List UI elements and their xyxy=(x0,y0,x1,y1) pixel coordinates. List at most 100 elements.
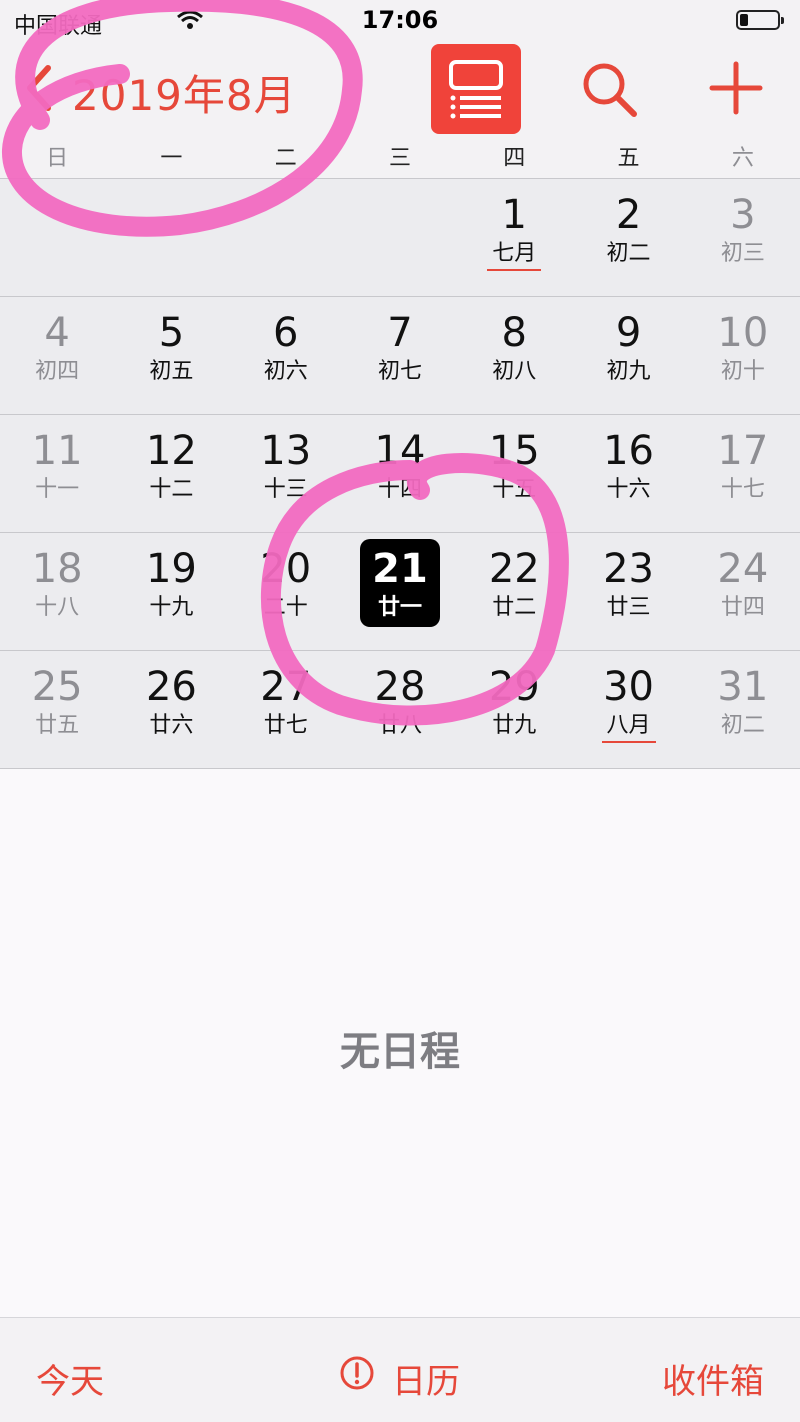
day-cell[interactable]: 27 廿七 xyxy=(231,651,341,768)
inbox-button[interactable]: 收件箱 xyxy=(662,1354,764,1403)
day-cell[interactable]: 4 初四 xyxy=(2,297,112,414)
today-button[interactable]: 今天 xyxy=(36,1354,104,1403)
day-number: 15 xyxy=(488,428,540,474)
lunar-date: 十七 xyxy=(720,477,765,502)
status-time: 17:06 xyxy=(361,6,439,34)
day-cell[interactable]: 6 初六 xyxy=(231,297,341,414)
lunar-date: 初七 xyxy=(377,359,422,384)
day-number: 14 xyxy=(374,428,426,474)
day-number: 24 xyxy=(717,546,769,592)
month-title[interactable]: 2019年8月 xyxy=(72,62,297,123)
day-number: 28 xyxy=(374,664,426,710)
day-cell[interactable]: 18 十八 xyxy=(2,533,112,650)
weekday-label: 二 xyxy=(274,146,297,171)
chevron-left-icon[interactable] xyxy=(18,58,78,118)
lunar-month-marker xyxy=(601,741,656,743)
lunar-date: 廿一 xyxy=(377,595,422,620)
day-cell[interactable]: 29 廿九 xyxy=(459,651,569,768)
lunar-date: 初二 xyxy=(720,713,765,738)
day-cell[interactable]: 7 初七 xyxy=(345,297,455,414)
day-number: 8 xyxy=(501,310,527,356)
alert-icon xyxy=(340,1356,374,1390)
month-grid: 1 七月 2 初二 3 初三 4 初四 5 初五 6 初六 7 初七 8 初八 9 初九 10 初十 11 十一 12 十二 1… xyxy=(0,178,800,768)
day-cell[interactable]: 15 十五 xyxy=(459,415,569,532)
lunar-date: 廿五 xyxy=(35,713,80,738)
list-view-icon xyxy=(449,60,503,119)
day-number: 29 xyxy=(488,664,540,710)
day-cell[interactable]: 10 初十 xyxy=(688,297,798,414)
day-cell[interactable]: 19 十九 xyxy=(116,533,226,650)
day-cell[interactable]: 13 十三 xyxy=(231,415,341,532)
lunar-date: 廿六 xyxy=(149,713,194,738)
list-view-button[interactable] xyxy=(431,44,521,134)
lunar-date: 初六 xyxy=(263,359,308,384)
day-cell[interactable]: 11 十一 xyxy=(2,415,112,532)
lunar-date: 十四 xyxy=(377,477,422,502)
lunar-month-marker xyxy=(487,269,542,271)
day-number: 23 xyxy=(603,546,655,592)
plus-icon[interactable] xyxy=(706,58,766,118)
day-number: 31 xyxy=(717,664,769,710)
day-cell[interactable]: 17 十七 xyxy=(688,415,798,532)
lunar-date: 廿九 xyxy=(492,713,537,738)
day-cell[interactable]: 12 十二 xyxy=(116,415,226,532)
day-cell[interactable]: 16 十六 xyxy=(574,415,684,532)
lunar-date: 初四 xyxy=(35,359,80,384)
lunar-date: 十一 xyxy=(35,477,80,502)
day-number: 19 xyxy=(145,546,197,592)
day-cell-selected[interactable]: 21 廿一 xyxy=(345,533,455,650)
day-number: 10 xyxy=(717,310,769,356)
lunar-date: 初十 xyxy=(720,359,765,384)
day-cell[interactable]: 5 初五 xyxy=(116,297,226,414)
weekday-label: 一 xyxy=(160,146,183,171)
week-row: 11 十一 12 十二 13 十三 14 十四 15 十五 16 十六 17 十七 xyxy=(0,414,800,532)
day-cell[interactable]: 23 廿三 xyxy=(574,533,684,650)
day-cell[interactable]: 22 廿二 xyxy=(459,533,569,650)
day-cell[interactable]: 3 初三 xyxy=(688,179,798,296)
day-cell[interactable]: 9 初九 xyxy=(574,297,684,414)
day-cell[interactable]: 8 初八 xyxy=(459,297,569,414)
day-number: 1 xyxy=(501,192,527,238)
day-number: 27 xyxy=(260,664,312,710)
lunar-date: 廿四 xyxy=(720,595,765,620)
day-number: 26 xyxy=(145,664,197,710)
weekday-label: 五 xyxy=(617,146,640,171)
day-cell[interactable]: 1 七月 xyxy=(459,179,569,296)
lunar-date: 十六 xyxy=(606,477,651,502)
day-number: 21 xyxy=(372,546,428,592)
day-number: 6 xyxy=(272,310,299,356)
weekday-label: 六 xyxy=(731,146,754,171)
week-row: 4 初四 5 初五 6 初六 7 初七 8 初八 9 初九 10 初十 xyxy=(0,296,800,414)
weekday-label: 四 xyxy=(503,146,526,171)
week-row: 1 七月 2 初二 3 初三 xyxy=(0,178,800,296)
day-cell[interactable]: 28 廿八 xyxy=(345,651,455,768)
day-cell[interactable]: 30 八月 xyxy=(574,651,684,768)
lunar-date: 初三 xyxy=(720,241,765,266)
lunar-date: 廿三 xyxy=(606,595,651,620)
weekday-label: 日 xyxy=(46,146,69,171)
search-icon[interactable] xyxy=(578,58,640,120)
event-list: 无日程 xyxy=(0,769,800,1317)
day-cell[interactable]: 24 廿四 xyxy=(688,533,798,650)
status-bar: 中国联通 17:06 xyxy=(0,0,800,40)
no-events-label: 无日程 xyxy=(340,1029,460,1075)
calendars-label: 日历 xyxy=(392,1362,460,1402)
lunar-date: 十九 xyxy=(149,595,194,620)
lunar-date: 十二 xyxy=(149,477,194,502)
day-number: 12 xyxy=(145,428,197,474)
day-cell[interactable]: 26 廿六 xyxy=(116,651,226,768)
day-number: 9 xyxy=(615,310,642,356)
day-cell[interactable]: 2 初二 xyxy=(574,179,684,296)
day-cell[interactable]: 25 廿五 xyxy=(2,651,112,768)
lunar-date: 八月 xyxy=(606,713,651,738)
day-cell[interactable]: 20 二十 xyxy=(231,533,341,650)
day-number: 20 xyxy=(260,546,312,592)
week-row: 18 十八 19 十九 20 二十 21 廿一 22 廿二 23 廿三 24 廿四 xyxy=(0,532,800,650)
day-cell[interactable]: 14 十四 xyxy=(345,415,455,532)
lunar-date: 廿七 xyxy=(263,713,308,738)
lunar-date: 廿二 xyxy=(492,595,537,620)
lunar-date: 十八 xyxy=(35,595,80,620)
day-cell[interactable]: 31 初二 xyxy=(688,651,798,768)
lunar-date: 廿八 xyxy=(377,713,422,738)
day-number: 22 xyxy=(488,546,540,592)
